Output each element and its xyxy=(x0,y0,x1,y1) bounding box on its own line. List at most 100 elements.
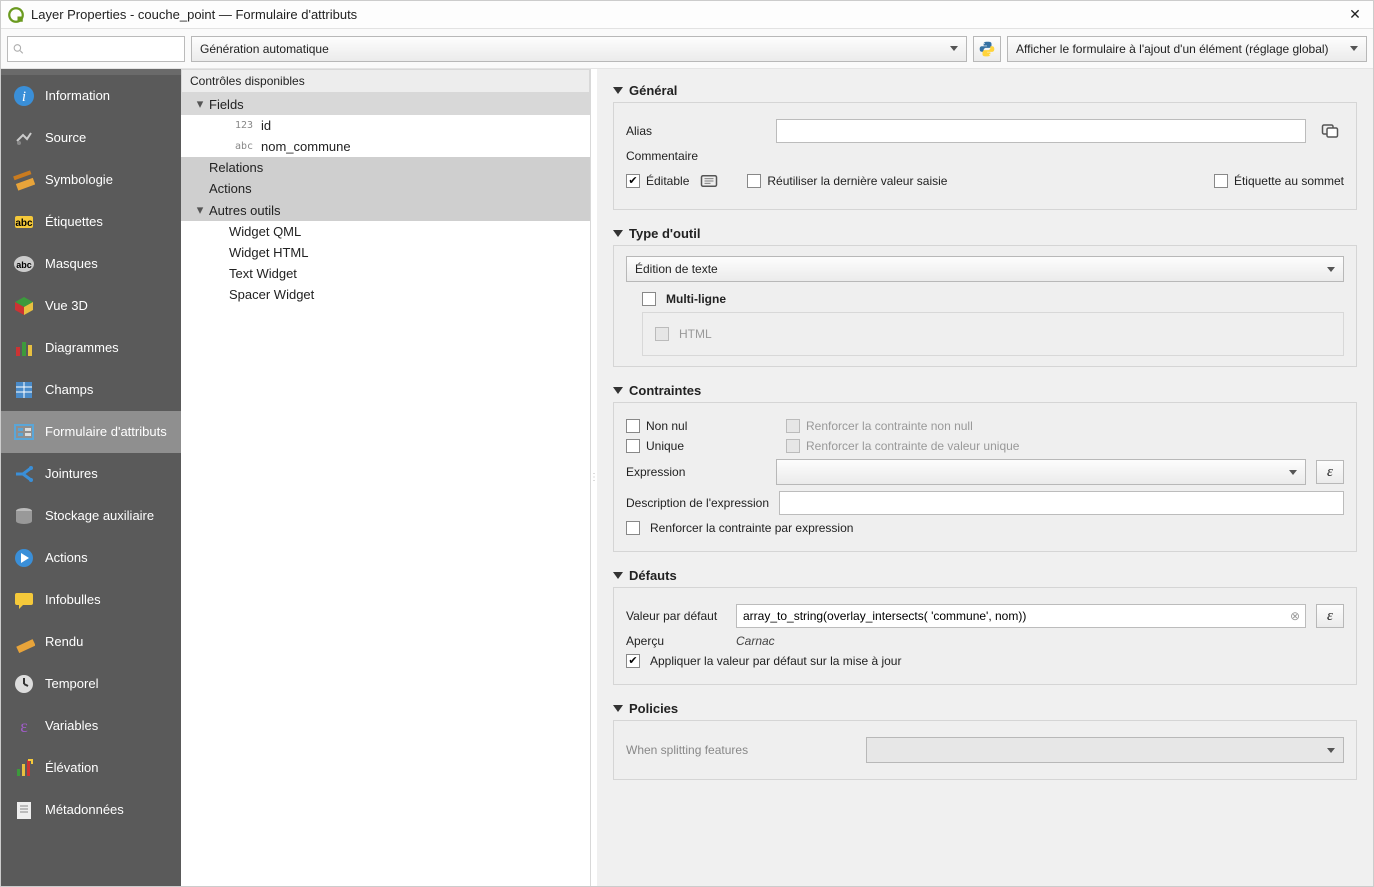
search-input-wrap[interactable] xyxy=(7,36,185,62)
alias-input[interactable] xyxy=(776,119,1306,143)
sidebar-item-label: Temporel xyxy=(45,676,98,692)
sidebar-item-form[interactable]: Formulaire d'attributs xyxy=(1,411,181,453)
tree-text-widget[interactable]: Text Widget xyxy=(181,263,590,284)
default-value-input[interactable] xyxy=(736,604,1306,628)
tree-widget-html[interactable]: Widget HTML xyxy=(181,242,590,263)
collapse-icon xyxy=(613,87,623,94)
sidebar-item-info[interactable]: iInformation xyxy=(1,75,181,117)
reuse-last-checkbox[interactable] xyxy=(747,174,761,188)
chevron-down-icon xyxy=(950,46,958,51)
tree-relations[interactable]: Relations xyxy=(181,157,590,178)
sidebar-item-label: Étiquettes xyxy=(45,214,103,230)
sidebar-item-3d[interactable]: Vue 3D xyxy=(1,285,181,327)
chevron-down-icon xyxy=(1327,748,1335,753)
editable-checkbox[interactable] xyxy=(626,174,640,188)
sidebar-item-labels[interactable]: abc Étiquettes xyxy=(1,201,181,243)
close-button[interactable]: ✕ xyxy=(1343,3,1367,27)
sidebar-item-joins[interactable]: Jointures xyxy=(1,453,181,495)
chevron-down-icon xyxy=(1350,46,1358,51)
search-input[interactable] xyxy=(25,42,180,56)
symbology-icon xyxy=(13,169,35,191)
chevron-down-icon xyxy=(1327,267,1335,272)
section-defaults-header[interactable]: Défauts xyxy=(613,564,1357,587)
sidebar-item-label: Métadonnées xyxy=(45,802,124,818)
tree-field-nom-commune[interactable]: abc nom_commune xyxy=(181,136,590,157)
tree-widget-qml[interactable]: Widget QML xyxy=(181,221,590,242)
tree-spacer-widget[interactable]: Spacer Widget xyxy=(181,284,590,305)
constraint-desc-input[interactable] xyxy=(779,491,1344,515)
python-button[interactable] xyxy=(973,36,1001,62)
constraint-expression-select[interactable] xyxy=(776,459,1306,485)
tree-actions[interactable]: Actions xyxy=(181,178,590,199)
sidebar-item-label: Champs xyxy=(45,382,93,398)
data-defined-button[interactable] xyxy=(695,169,723,193)
svg-text:abc: abc xyxy=(15,218,33,229)
form-icon xyxy=(13,421,35,443)
elev-icon xyxy=(13,757,35,779)
sidebar-item-source[interactable]: Source xyxy=(1,117,181,159)
sidebar-item-meta[interactable]: Métadonnées xyxy=(1,789,181,831)
section-constraints-header[interactable]: Contraintes xyxy=(613,379,1357,402)
collapse-icon xyxy=(613,705,623,712)
widget-type-select[interactable]: Édition de texte xyxy=(626,256,1344,282)
tree-field-id[interactable]: 123 id xyxy=(181,115,590,136)
vars-icon: ε xyxy=(13,715,35,737)
default-expression-builder-button[interactable]: ε xyxy=(1316,604,1344,628)
enforce-unique-checkbox xyxy=(786,439,800,453)
sidebar-item-vars[interactable]: εVariables xyxy=(1,705,181,747)
sidebar-item-actions[interactable]: Actions xyxy=(1,537,181,579)
collapse-icon xyxy=(613,572,623,579)
sidebar-item-label: Symbologie xyxy=(45,172,113,188)
section-general-header[interactable]: Général xyxy=(613,79,1357,102)
svg-text:ε: ε xyxy=(20,716,28,736)
3d-icon xyxy=(13,295,35,317)
expression-builder-button[interactable]: ε xyxy=(1316,460,1344,484)
apply-default-on-update-checkbox[interactable] xyxy=(626,654,640,668)
masks-icon: abc xyxy=(13,253,35,275)
show-form-label: Afficher le formulaire à l'ajout d'un él… xyxy=(1016,42,1329,56)
clear-default-button[interactable]: ⊗ xyxy=(1290,609,1300,623)
sidebar-item-label: Formulaire d'attributs xyxy=(45,424,167,440)
sidebar-item-label: Jointures xyxy=(45,466,98,482)
diagrams-icon xyxy=(13,337,35,359)
sidebar-item-aux[interactable]: Stockage auxiliaire xyxy=(1,495,181,537)
actions-icon xyxy=(13,547,35,569)
form-mode-select[interactable]: Génération automatique xyxy=(191,36,967,62)
label-on-top-checkbox[interactable] xyxy=(1214,174,1228,188)
collapse-icon xyxy=(613,387,623,394)
source-icon xyxy=(13,127,35,149)
enforce-expr-checkbox[interactable] xyxy=(626,521,640,535)
sidebar-item-masks[interactable]: abc Masques xyxy=(1,243,181,285)
enforce-notnull-checkbox xyxy=(786,419,800,433)
aux-icon xyxy=(13,505,35,527)
multiline-checkbox[interactable] xyxy=(642,292,656,306)
category-sidebar: iInformation Source Symbologie abc Étiquette… xyxy=(1,69,181,886)
sidebar-item-label: Stockage auxiliaire xyxy=(45,508,154,524)
show-form-select[interactable]: Afficher le formulaire à l'ajout d'un él… xyxy=(1007,36,1367,62)
sidebar-item-symbology[interactable]: Symbologie xyxy=(1,159,181,201)
sidebar-item-label: Source xyxy=(45,130,86,146)
split-policy-select xyxy=(866,737,1344,763)
collapse-icon xyxy=(613,230,623,237)
sidebar-item-label: Infobulles xyxy=(45,592,101,608)
tree-fields[interactable]: ▾ Fields xyxy=(181,93,590,115)
chevron-down-icon xyxy=(1289,470,1297,475)
sidebar-item-temporal[interactable]: Temporel xyxy=(1,663,181,705)
form-mode-label: Génération automatique xyxy=(200,42,329,56)
section-policies-header[interactable]: Policies xyxy=(613,697,1357,720)
tree-other-tools[interactable]: ▾ Autres outils xyxy=(181,199,590,221)
default-preview: Carnac xyxy=(736,634,775,648)
html-checkbox xyxy=(655,327,669,341)
sidebar-item-diagrams[interactable]: Diagrammes xyxy=(1,327,181,369)
sidebar-item-tips[interactable]: Infobulles xyxy=(1,579,181,621)
sidebar-item-render[interactable]: Rendu xyxy=(1,621,181,663)
field-override-button[interactable] xyxy=(1316,119,1344,143)
notnull-checkbox[interactable] xyxy=(626,419,640,433)
section-widget-header[interactable]: Type d'outil xyxy=(613,222,1357,245)
sidebar-item-elev[interactable]: Élévation xyxy=(1,747,181,789)
sidebar-item-label: Rendu xyxy=(45,634,83,650)
sidebar-item-label: Masques xyxy=(45,256,98,272)
comment-label: Commentaire xyxy=(626,149,766,163)
unique-checkbox[interactable] xyxy=(626,439,640,453)
sidebar-item-fields[interactable]: Champs xyxy=(1,369,181,411)
